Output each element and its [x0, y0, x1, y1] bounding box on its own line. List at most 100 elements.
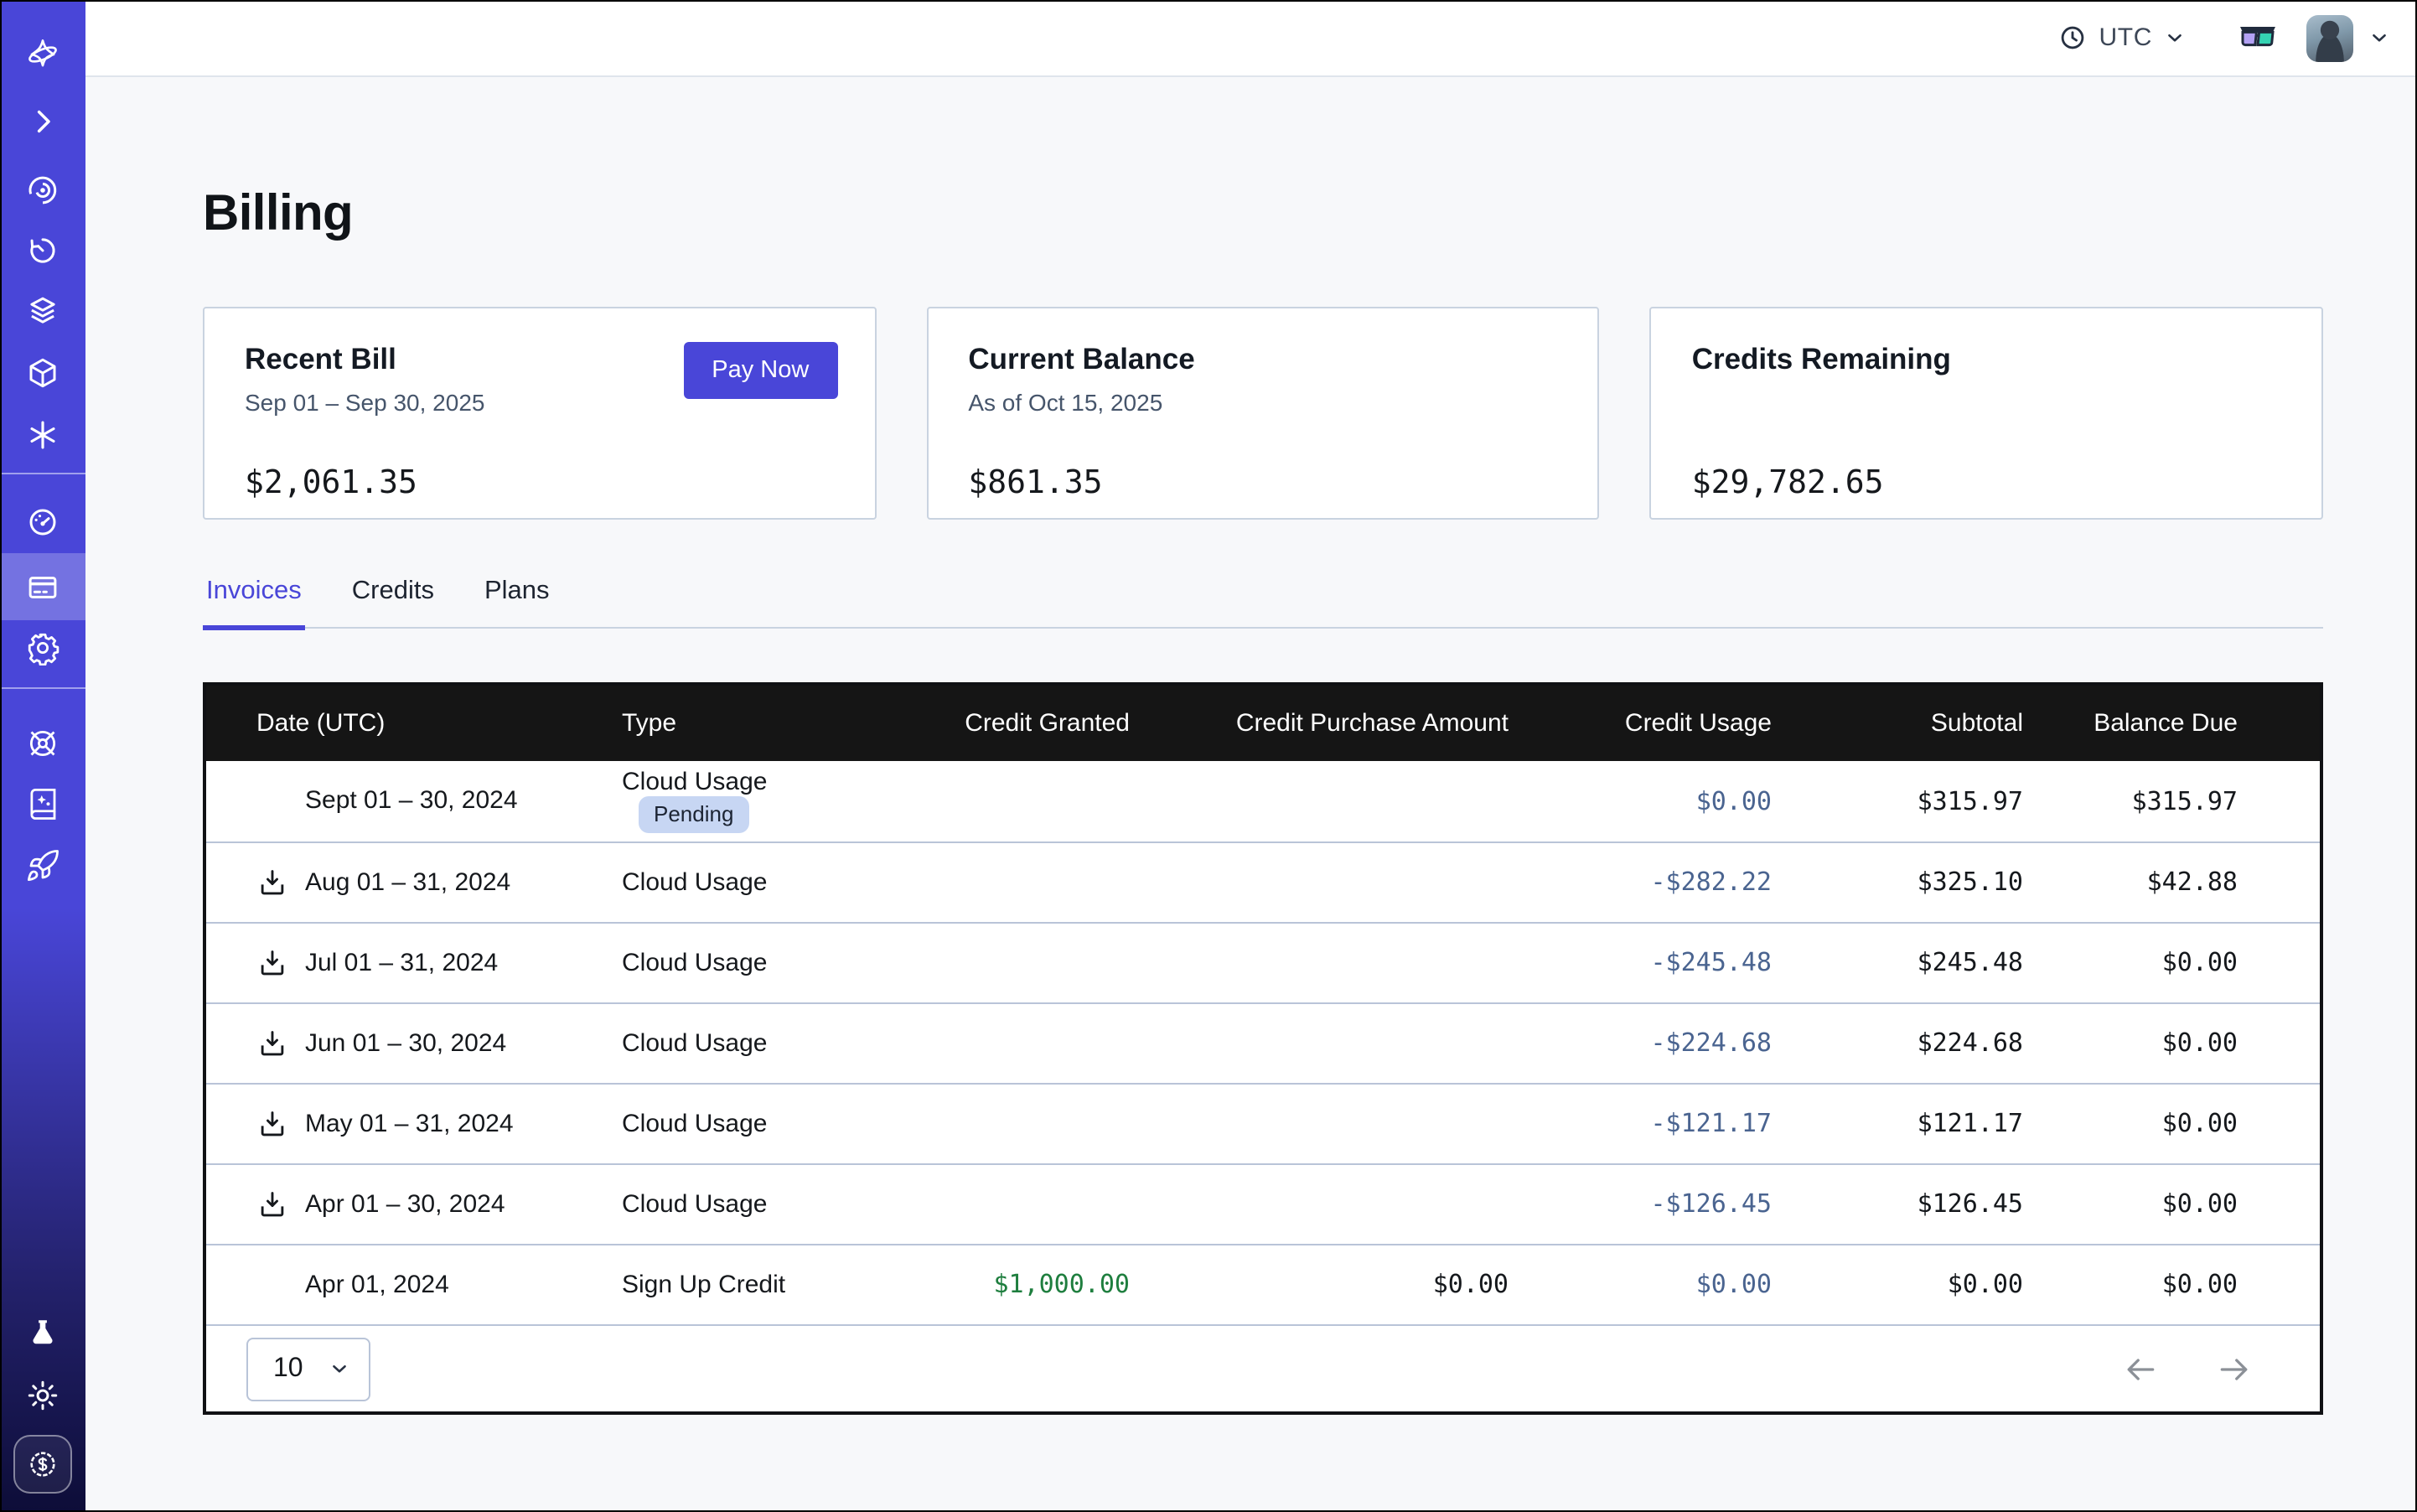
balance-due-value: $0.00	[2023, 1083, 2320, 1163]
credit-purchase-value	[1130, 1083, 1509, 1163]
3d-glasses-icon[interactable]	[2236, 23, 2280, 53]
tab-plans[interactable]: Plans	[481, 577, 553, 630]
settings-gear-icon[interactable]	[0, 619, 85, 676]
subtotal-value: $315.97	[1772, 761, 2023, 841]
logo-orbit-icon[interactable]	[0, 25, 85, 82]
invoice-row: Aug 01 – 31, 2024Cloud Usage-$282.22$325…	[206, 841, 2320, 922]
download-invoice-button[interactable]	[256, 946, 290, 978]
card-title: Current Balance	[968, 342, 1557, 377]
credit-usage-value: -$121.17	[1509, 1083, 1772, 1163]
scan-eye-icon[interactable]	[0, 161, 85, 218]
invoice-date: Apr 01, 2024	[305, 1271, 449, 1299]
invoice-date: Jul 01 – 31, 2024	[305, 948, 498, 976]
tab-credits[interactable]: Credits	[349, 577, 437, 630]
billing-card-icon[interactable]	[0, 553, 85, 620]
invoice-type: Cloud Usage	[622, 1109, 767, 1137]
invoice-type-cell: Cloud Usage	[622, 841, 882, 922]
balance-due-value: $42.88	[2023, 841, 2320, 922]
credit-usage-value: $0.00	[1509, 761, 1772, 841]
sidebar-divider	[0, 687, 85, 689]
next-page-button[interactable]	[2216, 1350, 2253, 1387]
invoice-date: Sept 01 – 30, 2024	[305, 787, 518, 816]
download-invoice-button[interactable]	[256, 1107, 290, 1139]
credit-granted-value	[882, 1002, 1130, 1083]
balance-due-value: $315.97	[2023, 761, 2320, 841]
chevron-down-icon	[2164, 27, 2186, 49]
credit-usage-value: $0.00	[1509, 1244, 1772, 1324]
credit-purchase-value	[1130, 922, 1509, 1002]
tab-invoices[interactable]: Invoices	[203, 577, 305, 630]
user-avatar[interactable]	[2306, 14, 2353, 61]
recent-bill-amount: $2,061.35	[245, 464, 417, 501]
invoice-type-cell: Cloud Usage	[622, 1163, 882, 1244]
subtotal-value: $224.68	[1772, 1002, 2023, 1083]
timezone-selector[interactable]: UTC	[2059, 23, 2186, 52]
invoice-type: Cloud Usage	[622, 1028, 767, 1057]
column-header-credit-granted: Credit Granted	[882, 686, 1130, 761]
page-size-value: 10	[273, 1354, 303, 1384]
pay-now-button[interactable]: Pay Now	[683, 342, 837, 399]
arrow-right-icon	[2216, 1350, 2253, 1387]
cube-icon[interactable]	[0, 344, 85, 401]
docs-book-sparkle-icon[interactable]	[0, 774, 85, 831]
download-invoice-button[interactable]	[256, 866, 290, 898]
credit-purchase-value	[1130, 761, 1509, 841]
layers-icon[interactable]	[0, 282, 85, 339]
credits-remaining-card: Credits Remaining $29,782.65	[1650, 307, 2323, 520]
invoice-date: Apr 01 – 30, 2024	[305, 1189, 505, 1218]
theme-sun-icon[interactable]	[0, 1366, 85, 1423]
current-balance-card: Current Balance As of Oct 15, 2025 $861.…	[926, 307, 1599, 520]
page-size-select[interactable]: 10	[246, 1337, 370, 1401]
credit-usage-value: -$126.45	[1509, 1163, 1772, 1244]
column-header-type: Type	[622, 686, 882, 761]
main-content: Billing Recent Bill Sep 01 – Sep 30, 202…	[85, 77, 2417, 1512]
invoice-row: Sept 01 – 30, 2024 Cloud UsagePending $0.0…	[206, 761, 2320, 841]
page-title: Billing	[203, 184, 2323, 245]
timezone-label: UTC	[2099, 23, 2152, 52]
chevron-down-icon	[329, 1358, 350, 1380]
invoice-type: Cloud Usage	[622, 948, 767, 976]
subtotal-value: $121.17	[1772, 1083, 2023, 1163]
billing-tabs: Invoices Credits Plans	[203, 577, 2323, 629]
invoice-row: May 01 – 31, 2024 Cloud Usage -$121.17$121…	[206, 1083, 2320, 1163]
invoice-date: Jun 01 – 30, 2024	[305, 1028, 506, 1057]
invoice-type: Sign Up Credit	[622, 1271, 785, 1299]
balance-as-of: As of Oct 15, 2025	[968, 389, 1557, 416]
column-header-credit-usage: Credit Usage	[1509, 686, 1772, 761]
gauge-icon[interactable]	[0, 493, 85, 550]
download-icon	[256, 1027, 288, 1059]
invoice-date-cell: Jun 01 – 30, 2024	[206, 1002, 622, 1083]
invoice-table-body: Sept 01 – 30, 2024Cloud UsagePending$0.0…	[206, 761, 2320, 1324]
subtotal-value: $245.48	[1772, 922, 2023, 1002]
invoice-date-cell: Apr 01 – 30, 2024	[206, 1163, 622, 1244]
credit-granted-value	[882, 841, 1130, 922]
invoice-type-cell: Cloud UsagePending	[622, 761, 882, 841]
invoice-type: Cloud Usage	[622, 1189, 767, 1218]
invoice-date: May 01 – 31, 2024	[305, 1109, 514, 1137]
subtotal-value: $126.45	[1772, 1163, 2023, 1244]
prev-page-button[interactable]	[2122, 1350, 2159, 1387]
asterisk-icon[interactable]	[0, 406, 85, 463]
subtotal-value: $325.10	[1772, 841, 2023, 922]
account-menu-chevron-down-icon[interactable]	[2368, 27, 2390, 49]
credit-granted-value	[882, 1083, 1130, 1163]
status-badge: Pending	[639, 797, 748, 834]
wheel-icon[interactable]	[0, 714, 85, 771]
chevron-right-icon[interactable]	[0, 92, 85, 149]
column-header-credit-purchase: Credit Purchase Amount	[1130, 686, 1509, 761]
download-invoice-button[interactable]	[256, 1188, 290, 1219]
rewards-dollar-badge-icon[interactable]	[13, 1435, 72, 1494]
arrow-left-icon	[2122, 1350, 2159, 1387]
flask-icon[interactable]	[0, 1304, 85, 1361]
invoice-type: Cloud Usage	[622, 769, 767, 797]
download-invoice-button[interactable]	[256, 1027, 290, 1059]
credits-remaining-amount: $29,782.65	[1692, 464, 1884, 501]
column-header-balance-due: Balance Due	[2023, 686, 2320, 761]
rocket-icon[interactable]	[0, 836, 85, 893]
timer-history-icon[interactable]	[0, 221, 85, 278]
invoice-type: Cloud Usage	[622, 867, 767, 896]
invoice-date-cell: Apr 01, 2024	[206, 1244, 622, 1324]
invoice-date-cell: May 01 – 31, 2024	[206, 1083, 622, 1163]
credit-purchase-value	[1130, 1163, 1509, 1244]
column-header-date: Date (UTC)	[206, 686, 622, 761]
